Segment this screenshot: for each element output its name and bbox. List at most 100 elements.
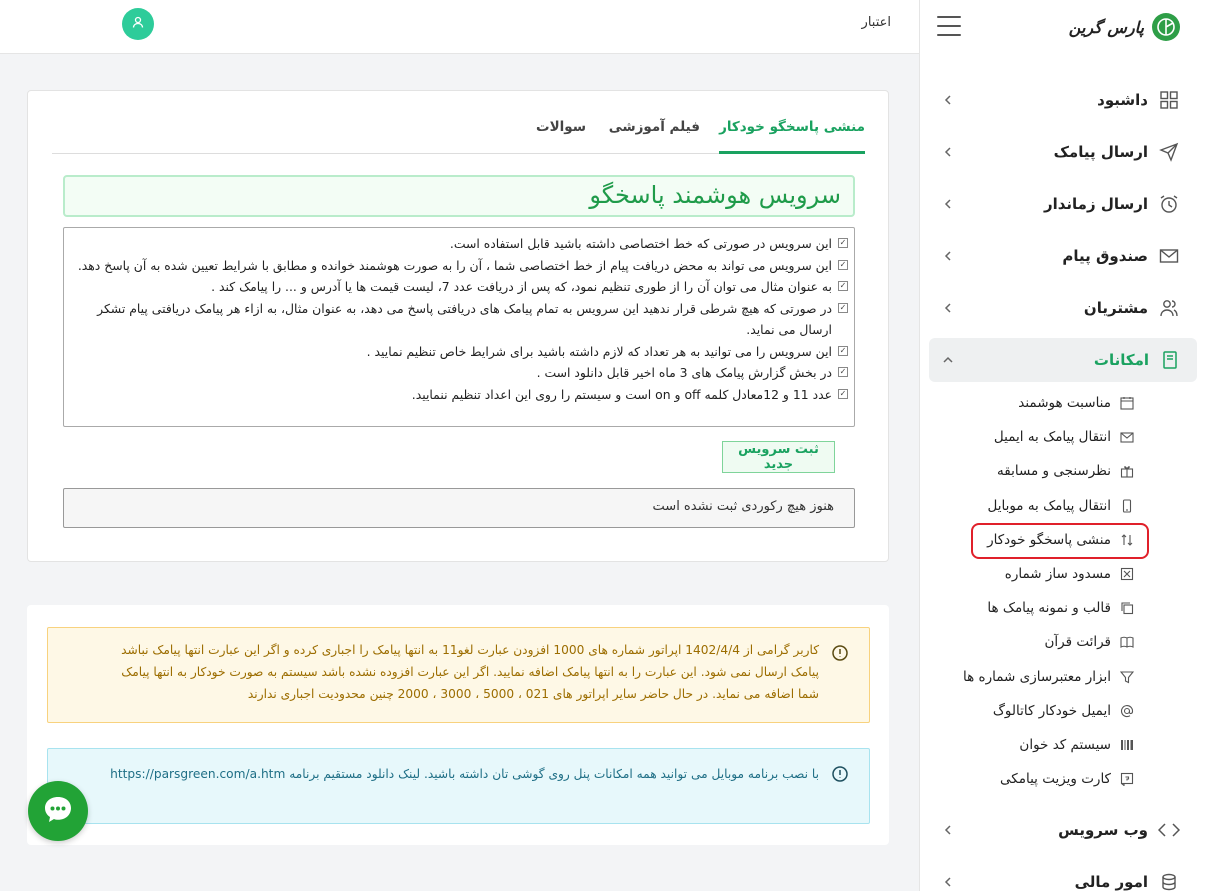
rule-text: عدد 11 و 12معادل کلمه off و on است و سیس… [412, 387, 832, 402]
top-bar: اعتبار [0, 0, 919, 54]
submenu-item-templates[interactable]: قالب و نمونه پیامک ها [919, 591, 1206, 625]
list-item: ✓این سرویس می تواند به محض دریافت پیام ا… [76, 255, 848, 277]
submenu-item-label: نظرسنجی و مسابقه [997, 463, 1111, 479]
sidebar-item-finance[interactable]: امور مالی [919, 856, 1206, 891]
sidebar-item-inbox[interactable]: صندوق پیام [919, 230, 1206, 282]
rule-text: در بخش گزارش پیامک های 3 ماه اخیر قابل د… [537, 365, 832, 380]
auto-responder-card: منشی پاسخگو خودکار فیلم آموزشی سوالات سر… [27, 90, 889, 562]
submenu-item-label: انتقال پیامک به موبایل [987, 498, 1111, 514]
chevron-left-icon [941, 145, 955, 159]
submenu-item-label: سیستم کد خوان [1019, 737, 1111, 753]
sidebar-item-label: امکانات [1094, 351, 1149, 369]
leaf-logo-icon [1152, 13, 1180, 41]
copy-icon [1119, 600, 1135, 616]
service-title-box: سرویس هوشمند پاسخگو [63, 175, 855, 217]
submenu-item-catalog-email[interactable]: ایمیل خودکار کاتالوگ [919, 694, 1206, 728]
info-text[interactable]: با نصب برنامه موبایل می توانید همه امکان… [98, 763, 819, 785]
sidebar-item-customers[interactable]: مشتریان [919, 282, 1206, 334]
submenu-item-label: ابزار معتبرسازی شماره ها [963, 669, 1111, 685]
sidebar: پارس گرین داشبود ارسال پیامک ارسال زماند… [919, 0, 1206, 891]
submenu-item-quran[interactable]: قرائت قرآن [919, 625, 1206, 659]
sidebar-nav: داشبود ارسال پیامک ارسال زماندار صندوق پ… [919, 74, 1206, 891]
card-icon [1119, 771, 1135, 787]
tab-faq[interactable]: سوالات [536, 119, 586, 135]
chevron-up-icon [941, 353, 955, 367]
sidebar-item-label: صندوق پیام [1062, 247, 1148, 265]
barcode-icon [1119, 737, 1135, 753]
features-submenu: مناسبت هوشمند انتقال پیامک به ایمیل نظرس… [919, 386, 1206, 796]
rule-text: این سرویس را می توانید به هر تعداد که لا… [367, 344, 832, 359]
chevron-left-icon [941, 875, 955, 889]
alarm-clock-icon [1158, 193, 1180, 215]
sidebar-item-web-service[interactable]: وب سرویس [919, 804, 1206, 856]
submenu-item-label: ایمیل خودکار کاتالوگ [993, 703, 1111, 719]
list-item: ✓ به عنوان مثال می توان آن را از طوری تنظ… [76, 276, 848, 298]
submenu-item-label: قالب و نمونه پیامک ها [987, 600, 1111, 616]
mail-icon [1158, 245, 1180, 267]
arrows-updown-icon [1119, 532, 1135, 548]
brand[interactable]: پارس گرین [1069, 12, 1180, 42]
checkbox-icon: ✓ [838, 260, 848, 270]
brand-name: پارس گرین [1069, 18, 1144, 37]
submenu-item-sms-to-mobile[interactable]: انتقال پیامک به موبایل [919, 489, 1206, 523]
users-icon [1158, 297, 1180, 319]
hamburger-menu-icon[interactable] [937, 16, 961, 36]
block-icon [1119, 566, 1135, 582]
document-icon [1159, 349, 1181, 371]
list-item: ✓ در بخش گزارش پیامک های 3 ماه اخیر قابل … [76, 362, 848, 384]
sidebar-item-dashboard[interactable]: داشبود [919, 74, 1206, 126]
rule-text: به عنوان مثال می توان آن را از طوری تنظی… [211, 279, 832, 294]
submenu-item-sms-to-email[interactable]: انتقال پیامک به ایمیل [919, 420, 1206, 454]
list-item: ✓ عدد 11 و 12معادل کلمه off و on است و سی… [76, 384, 848, 406]
rule-text: در صورتی که هیچ شرطی قرار ندهید این سروی… [97, 301, 832, 338]
service-title: سرویس هوشمند پاسخگو [589, 181, 841, 209]
credit-label[interactable]: اعتبار [862, 15, 891, 30]
chevron-left-icon [941, 197, 955, 211]
sidebar-item-label: وب سرویس [1058, 821, 1148, 839]
grid-icon [1158, 89, 1180, 111]
user-icon [131, 15, 145, 33]
submenu-item-poll-contest[interactable]: نظرسنجی و مسابقه [919, 454, 1206, 488]
submenu-item-label: مسدود ساز شماره [1005, 566, 1111, 582]
submenu-item-label: مناسبت هوشمند [1018, 395, 1111, 411]
filter-icon [1119, 669, 1135, 685]
mobile-icon [1119, 498, 1135, 514]
checkbox-icon: ✓ [838, 281, 848, 291]
list-item: ✓در صورتی که هیچ شرطی قرار ندهید این سرو… [76, 298, 848, 341]
submenu-item-label: قرائت قرآن [1044, 634, 1111, 650]
empty-records-box: هنوز هیچ رکوردی ثبت نشده است [63, 488, 855, 528]
checkbox-icon: ✓ [838, 389, 848, 399]
alert-circle-icon [831, 644, 849, 662]
submenu-item-barcode[interactable]: سیستم کد خوان [919, 728, 1206, 762]
alerts-card: کاربر گرامی از 1402/4/4 اپراتور شماره ها… [27, 605, 889, 845]
sidebar-item-label: ارسال زماندار [1044, 195, 1148, 213]
sidebar-item-label: امور مالی [1075, 873, 1148, 891]
tab-tutorial-video[interactable]: فیلم آموزشی [609, 119, 700, 135]
submenu-item-label: منشی پاسخگو خودکار [987, 532, 1111, 548]
sidebar-item-features[interactable]: امکانات [929, 338, 1197, 382]
sidebar-item-scheduled[interactable]: ارسال زماندار [919, 178, 1206, 230]
checkbox-icon: ✓ [838, 367, 848, 377]
submenu-item-business-card[interactable]: کارت ویزیت پیامکی [919, 762, 1206, 796]
tabs-bar: منشی پاسخگو خودکار فیلم آموزشی سوالات [52, 91, 865, 154]
checkbox-icon: ✓ [838, 346, 848, 356]
info-alert: با نصب برنامه موبایل می توانید همه امکان… [47, 748, 870, 824]
user-avatar[interactable] [122, 8, 154, 40]
envelope-icon [1119, 429, 1135, 445]
submenu-item-auto-responder[interactable]: منشی پاسخگو خودکار [919, 523, 1206, 557]
sidebar-item-send-sms[interactable]: ارسال پیامک [919, 126, 1206, 178]
submenu-item-number-validator[interactable]: ابزار معتبرسازی شماره ها [919, 660, 1206, 694]
rule-text: این سرویس در صورتی که خط اختصاصی داشته ب… [450, 236, 832, 251]
new-service-button[interactable]: ثبت سرویس جدید [722, 441, 835, 473]
chevron-left-icon [941, 301, 955, 315]
submenu-item-number-blocker[interactable]: مسدود ساز شماره [919, 557, 1206, 591]
tab-auto-responder[interactable]: منشی پاسخگو خودکار [719, 119, 865, 135]
chevron-left-icon [941, 249, 955, 263]
chevron-left-icon [941, 823, 955, 837]
code-icon [1158, 819, 1180, 841]
chat-button[interactable] [28, 781, 88, 841]
list-item: ✓ این سرویس را می توانید به هر تعداد که ل… [76, 341, 848, 363]
submenu-item-smart-occasion[interactable]: مناسبت هوشمند [919, 386, 1206, 420]
send-icon [1158, 141, 1180, 163]
warning-text: کاربر گرامی از 1402/4/4 اپراتور شماره ها… [98, 639, 819, 705]
